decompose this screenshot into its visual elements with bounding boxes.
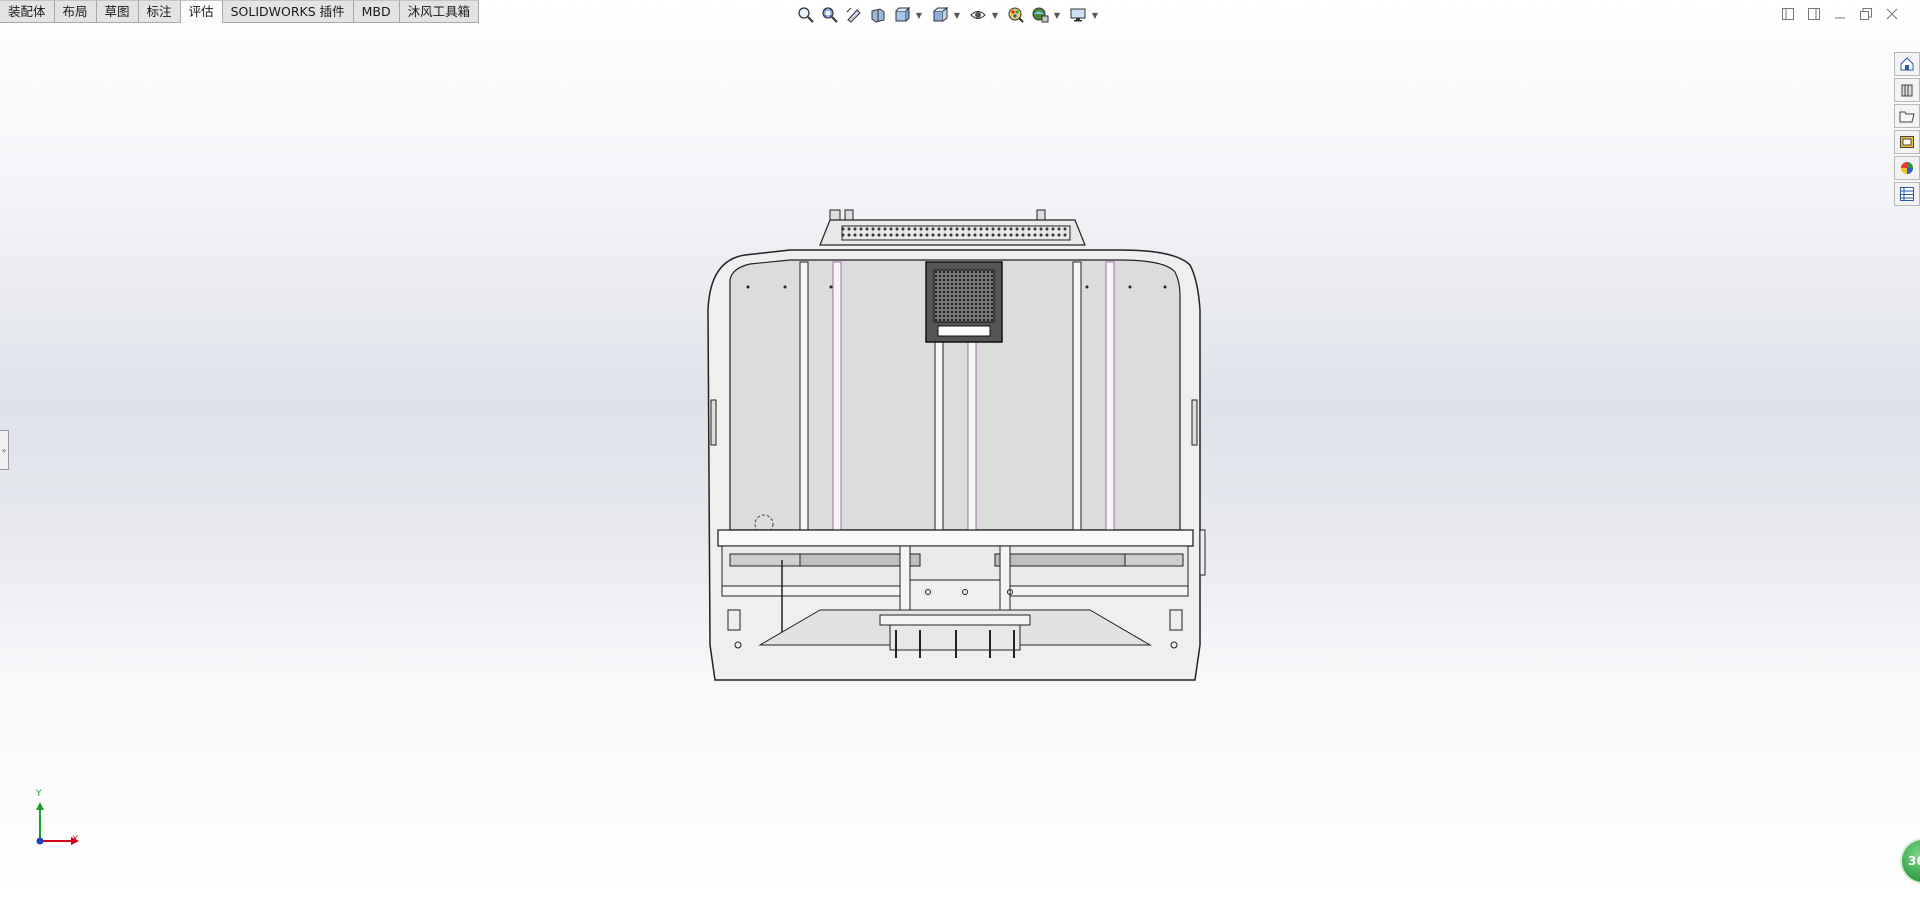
assembly-model-view[interactable] [690,190,1230,690]
y-axis-label: Y [36,789,42,799]
close-icon[interactable] [1884,6,1900,22]
previous-view-icon[interactable] [843,4,865,26]
tab-5[interactable]: SOLIDWORKS 插件 [222,0,354,22]
tab-3[interactable]: 标注 [138,0,181,22]
tab-1[interactable]: 布局 [54,0,97,22]
zoom-to-fit-icon[interactable] [795,4,817,26]
x-axis-label: X [72,835,79,845]
tile-left-icon[interactable] [1780,6,1796,22]
restore-icon[interactable] [1858,6,1874,22]
chevron-down-icon[interactable]: ▼ [1091,4,1099,26]
feature-tree-collapse-handle[interactable]: » [0,430,9,470]
zoom-to-area-icon[interactable] [819,4,841,26]
chevron-down-icon[interactable]: ▼ [1053,4,1061,26]
task-pane [1894,52,1920,206]
chevron-down-icon[interactable]: ▼ [953,4,961,26]
heads-up-view-toolbar: ▼ ▼ ▼ ▼ ▼ [795,4,1103,26]
apply-scene-icon[interactable] [1029,4,1051,26]
section-view-icon[interactable] [867,4,889,26]
reference-triad: Y X [28,789,88,855]
design-library-icon[interactable] [1894,78,1920,102]
tile-right-icon[interactable] [1806,6,1822,22]
window-controls [1780,6,1900,22]
minimize-icon[interactable] [1832,6,1848,22]
chevron-down-icon[interactable]: ▼ [915,4,923,26]
custom-properties-icon[interactable] [1894,182,1920,206]
file-explorer-icon[interactable] [1894,104,1920,128]
command-manager-tabs: 装配体 布局 草图 标注 评估 SOLIDWORKS 插件 MBD 沐风工具箱 [0,0,480,23]
chevron-down-icon[interactable]: ▼ [991,4,999,26]
edit-appearance-icon[interactable] [1005,4,1027,26]
tab-4[interactable]: 评估 [180,0,223,23]
badge-label: 36 [1908,854,1920,868]
tab-2[interactable]: 草图 [96,0,139,22]
tab-6[interactable]: MBD [353,0,400,22]
view-360-badge[interactable]: 36 [1900,838,1920,884]
display-style-icon[interactable] [967,4,989,26]
dynamic-annotation-views-icon[interactable] [891,4,913,26]
tab-7[interactable]: 沐风工具箱 [399,0,480,22]
view-palette-icon[interactable] [1894,130,1920,154]
tab-0[interactable]: 装配体 [0,0,55,22]
solidworks-resources-icon[interactable] [1894,52,1920,76]
appearances-scenes-icon[interactable] [1894,156,1920,180]
view-settings-icon[interactable] [1067,4,1089,26]
triad-axes-icon [36,802,79,845]
view-orientation-icon[interactable] [929,4,951,26]
